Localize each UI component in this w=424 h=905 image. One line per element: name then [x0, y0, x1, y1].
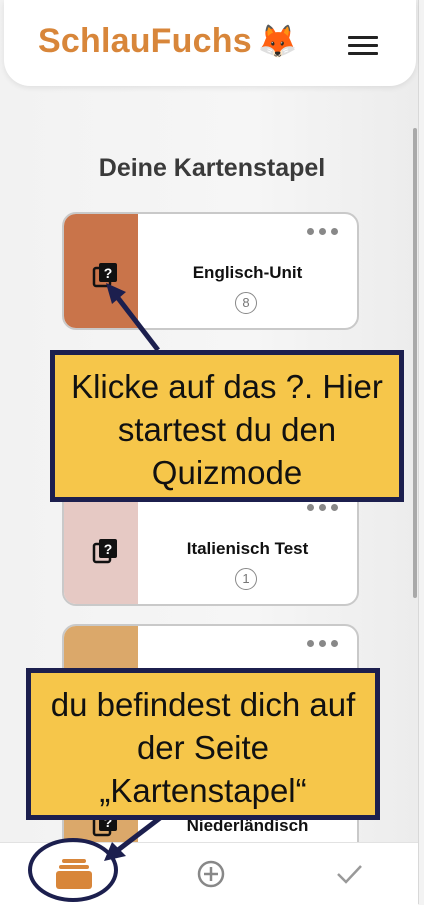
hamburger-menu-icon[interactable] — [348, 36, 378, 58]
app-title: SchlauFuchs — [38, 22, 252, 60]
quiz-start-icon[interactable]: ? — [92, 262, 118, 288]
scrollbar[interactable] — [413, 128, 417, 598]
highlight-ring — [28, 838, 118, 902]
page-callout: du befindest dich auf der Seite „Kartens… — [26, 668, 380, 820]
deck-card-italienisch[interactable]: ? Italienisch Test 1 — [62, 488, 359, 606]
app-header: SchlauFuchs 🦊 — [4, 0, 416, 86]
more-options-icon[interactable] — [307, 228, 339, 235]
svg-text:?: ? — [104, 541, 113, 557]
deck-name: Italienisch Test — [186, 539, 309, 558]
deck-name: Englisch-Unit — [192, 263, 303, 282]
page-title: Deine Kartenstapel — [98, 154, 326, 182]
svg-text:?: ? — [104, 265, 113, 281]
quiz-start-icon[interactable]: ? — [92, 538, 118, 564]
deck-card-englisch[interactable]: ? Englisch-Unit 8 — [62, 212, 359, 330]
add-circle-icon[interactable] — [191, 857, 231, 891]
fox-icon: 🦊 — [257, 23, 298, 59]
check-icon[interactable] — [329, 857, 369, 891]
card-count-badge: 8 — [235, 292, 257, 314]
quiz-callout: Klicke auf das ?. Hier startest du den Q… — [50, 350, 404, 502]
more-options-icon[interactable] — [307, 640, 339, 647]
card-count-badge: 1 — [235, 568, 257, 590]
more-options-icon[interactable] — [307, 504, 339, 511]
app-logo[interactable]: SchlauFuchs 🦊 — [38, 22, 298, 61]
